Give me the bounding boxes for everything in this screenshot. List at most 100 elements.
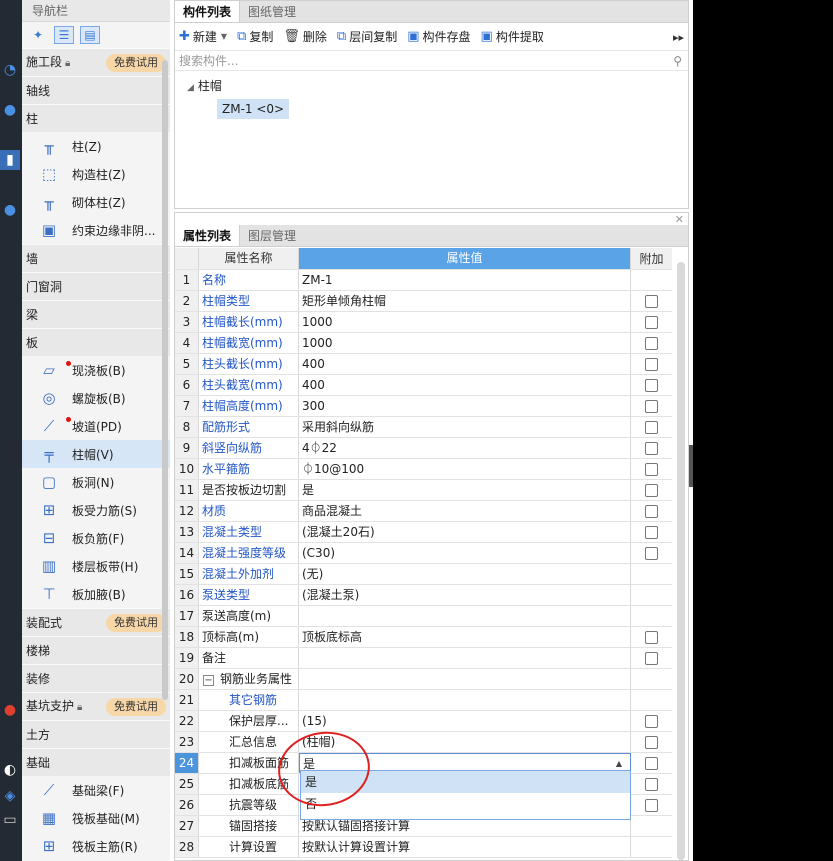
nav-detail-view-icon[interactable]: ▤: [80, 26, 100, 44]
nav-category-pit-support[interactable]: 基坑支护 🔒︎ 免费试用: [22, 692, 170, 720]
extra-checkbox[interactable]: [645, 630, 658, 644]
property-row[interactable]: 18 顶标高(m) 顶板底标高: [175, 627, 672, 648]
property-row[interactable]: 11 是否按板边切割是: [175, 480, 672, 501]
tab-drawing-management[interactable]: 图纸管理: [240, 1, 304, 22]
extra-checkbox[interactable]: [645, 504, 658, 518]
property-row[interactable]: 3 柱帽截长(mm) 1000: [175, 312, 672, 333]
property-value[interactable]: (C30): [299, 543, 631, 563]
nav-item-spiral-slab[interactable]: ◎ 螺旋板(B): [22, 384, 170, 412]
property-row[interactable]: 23 汇总信息 (柱帽): [175, 732, 672, 753]
extra-checkbox[interactable]: [645, 378, 658, 392]
extra-checkbox[interactable]: [645, 462, 658, 476]
nav-category-axis[interactable]: 轴线: [22, 76, 170, 104]
nav-item-column[interactable]: ╥ 柱(Z): [22, 132, 170, 160]
extra-checkbox[interactable]: [645, 777, 658, 791]
property-row[interactable]: 17 泵送高度(m): [175, 606, 672, 627]
panel-splitter-handle[interactable]: [689, 445, 693, 487]
extra-checkbox[interactable]: [645, 399, 658, 413]
extra-checkbox[interactable]: [645, 756, 658, 770]
desktop-app-icon[interactable]: ●: [0, 100, 20, 120]
nav-item-floor-slab-strip[interactable]: ▥ 楼层板带(H): [22, 552, 170, 580]
extra-checkbox[interactable]: [645, 336, 658, 350]
nav-item-slab-haunch[interactable]: ⊤ 板加腋(B): [22, 580, 170, 608]
property-row[interactable]: 7 柱帽高度(mm) 300: [175, 396, 672, 417]
property-row[interactable]: 13 混凝土类型 (混凝土20石): [175, 522, 672, 543]
nav-item-raft-foundation[interactable]: ▦ 筏板基础(M): [22, 804, 170, 832]
property-row[interactable]: 2 柱帽类型 矩形单倾角柱帽: [175, 291, 672, 312]
property-value[interactable]: 4⏀22: [299, 438, 631, 458]
property-row[interactable]: 5 柱头截长(mm) 400: [175, 354, 672, 375]
property-value[interactable]: [299, 648, 631, 668]
nav-item-column-cap[interactable]: ╤ 柱帽(V): [22, 440, 170, 468]
floor-copy-button[interactable]: ⧉ 层间复制: [337, 28, 397, 45]
nav-category-slab[interactable]: 板: [22, 328, 170, 356]
nav-item-ramp[interactable]: ⟋ 坡道(PD): [22, 412, 170, 440]
search-icon[interactable]: ⚲: [673, 54, 682, 68]
close-icon[interactable]: ✕: [675, 213, 684, 226]
property-value[interactable]: (混凝土20石): [299, 522, 631, 542]
extra-checkbox[interactable]: [645, 441, 658, 455]
property-row[interactable]: 21 其它钢筋: [175, 690, 672, 711]
tab-layer-management[interactable]: 图层管理: [240, 225, 304, 246]
property-row[interactable]: 8 配筋形式 采用斜向纵筋: [175, 417, 672, 438]
nav-category-prefab[interactable]: 装配式 免费试用: [22, 608, 170, 636]
nav-category-foundation[interactable]: 基础: [22, 748, 170, 776]
desktop-app-icon[interactable]: ●: [0, 200, 20, 220]
property-value[interactable]: ZM-1: [299, 270, 631, 290]
nav-category-stair[interactable]: 楼梯: [22, 636, 170, 664]
extra-checkbox[interactable]: [645, 798, 658, 812]
nav-item-slab-hole[interactable]: ▢ 板洞(N): [22, 468, 170, 496]
desktop-app-icon[interactable]: ▮: [0, 150, 20, 170]
new-button[interactable]: ✚ 新建 ▼: [179, 28, 227, 45]
nav-list-view-icon[interactable]: ☰: [54, 26, 74, 44]
chevron-down-icon[interactable]: ◢: [187, 83, 194, 93]
property-row[interactable]: 19 备注: [175, 648, 672, 669]
nav-category-column[interactable]: 柱: [22, 104, 170, 132]
property-row[interactable]: 15 混凝土外加剂 (无): [175, 564, 672, 585]
nav-item-slab-rebar[interactable]: ⊞ 板受力筋(S): [22, 496, 170, 524]
free-trial-badge[interactable]: 免费试用: [106, 53, 166, 72]
extra-checkbox[interactable]: [645, 315, 658, 329]
extra-checkbox[interactable]: [645, 525, 658, 539]
desktop-app-icon[interactable]: ◈: [0, 786, 20, 806]
nav-item-edge-constraint[interactable]: ▣ 约束边缘非阴...: [22, 216, 170, 244]
property-value[interactable]: [299, 669, 631, 689]
tab-property-list[interactable]: 属性列表: [175, 225, 241, 246]
property-value[interactable]: 按默认计算设置计算: [299, 837, 631, 857]
property-row[interactable]: 6 柱头截宽(mm) 400: [175, 375, 672, 396]
nav-item-raft-rebar[interactable]: ⊞ 筏板主筋(R): [22, 832, 170, 860]
nav-scrollbar[interactable]: [162, 60, 168, 700]
property-row[interactable]: 9 斜竖向纵筋 4⏀22: [175, 438, 672, 459]
property-value[interactable]: 400: [299, 375, 631, 395]
tree-leaf-zm1[interactable]: ZM-1 <0>: [217, 99, 290, 119]
property-row[interactable]: 10 水平箍筋 ⏀10@100: [175, 459, 672, 480]
copy-button[interactable]: ⧉ 复制: [237, 28, 273, 45]
property-value[interactable]: (无): [299, 564, 631, 584]
property-value[interactable]: [299, 690, 631, 710]
property-value[interactable]: 是: [299, 480, 631, 500]
extra-checkbox[interactable]: [645, 714, 658, 728]
extract-component-button[interactable]: ▣ 构件提取: [481, 28, 544, 45]
nav-category-decoration[interactable]: 装修: [22, 664, 170, 692]
extra-checkbox[interactable]: [645, 294, 658, 308]
nav-pin-icon[interactable]: ✦: [28, 26, 48, 44]
save-component-button[interactable]: ▣ 构件存盘: [407, 28, 470, 45]
property-row[interactable]: 16 泵送类型 (混凝土泵): [175, 585, 672, 606]
property-row[interactable]: 20− 钢筋业务属性: [175, 669, 672, 690]
property-value[interactable]: 顶板底标高: [299, 627, 631, 647]
nav-item-foundation-beam[interactable]: ⟋ 基础梁(F): [22, 776, 170, 804]
desktop-app-icon[interactable]: ◐: [0, 760, 20, 780]
property-row[interactable]: 14 混凝土强度等级 (C30): [175, 543, 672, 564]
property-value[interactable]: 300: [299, 396, 631, 416]
extra-checkbox[interactable]: [645, 546, 658, 560]
component-search-input[interactable]: 搜索构件... ⚲: [175, 51, 688, 71]
nav-item-cast-slab[interactable]: ▱ 现浇板(B): [22, 356, 170, 384]
free-trial-badge[interactable]: 免费试用: [106, 697, 166, 716]
chevron-down-icon[interactable]: ▼: [221, 32, 227, 41]
nav-item-structural-column[interactable]: ⬚ 构造柱(Z): [22, 160, 170, 188]
nav-category-wall[interactable]: 墙: [22, 244, 170, 272]
property-value[interactable]: 400: [299, 354, 631, 374]
nav-category-door-window[interactable]: 门窗洞: [22, 272, 170, 300]
nav-item-masonry-column[interactable]: ╥ 砌体柱(Z): [22, 188, 170, 216]
property-row[interactable]: 4 柱帽截宽(mm) 1000: [175, 333, 672, 354]
